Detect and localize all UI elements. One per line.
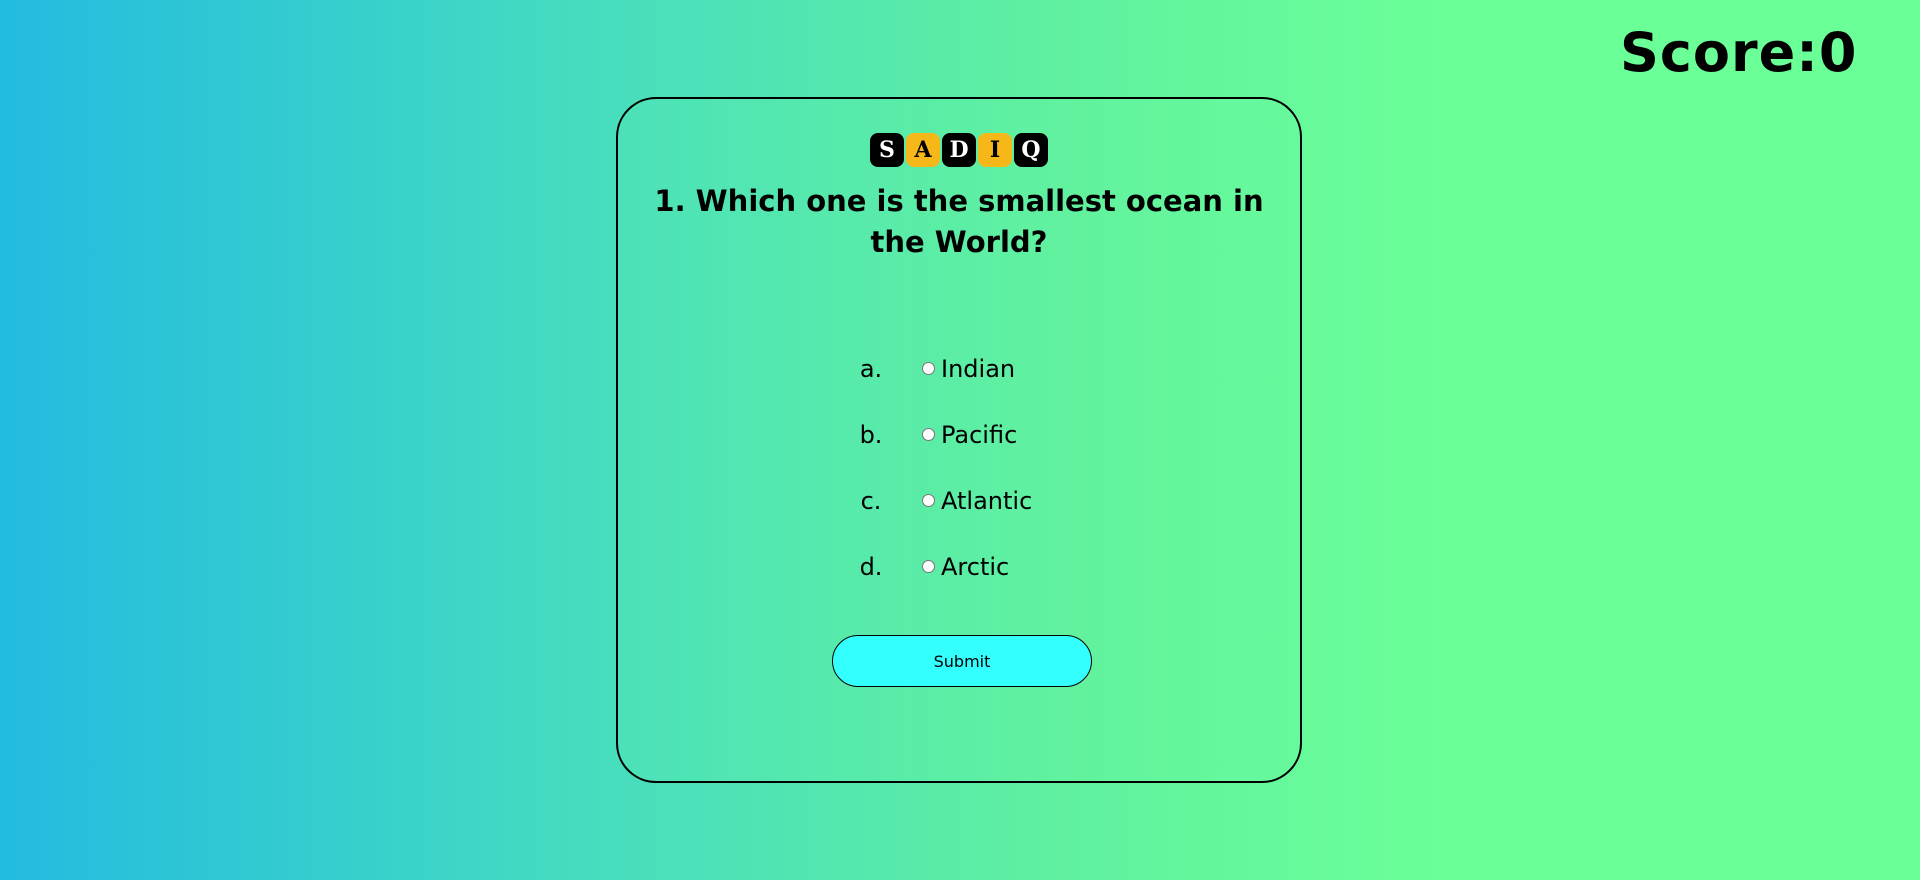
option-letter: a. [859, 355, 883, 383]
logo-tile-a: A [906, 133, 940, 167]
quiz-card: S A D I Q 1. Which one is the smallest o… [616, 97, 1302, 783]
radio-button[interactable] [922, 428, 935, 441]
logo-tile-q: Q [1014, 133, 1048, 167]
radio-button[interactable] [922, 494, 935, 507]
logo: S A D I Q [618, 133, 1300, 167]
option-label[interactable]: Pacific [941, 415, 1017, 455]
question-text: 1. Which one is the smallest ocean in th… [654, 184, 1264, 259]
option-letter: d. [859, 553, 883, 581]
option-label[interactable]: Arctic [941, 547, 1009, 587]
option-label[interactable]: Atlantic [941, 481, 1032, 521]
option-c[interactable]: c. Atlantic [618, 481, 1300, 521]
radio-button[interactable] [922, 560, 935, 573]
option-letter: b. [859, 421, 883, 449]
submit-button[interactable]: Submit [832, 635, 1092, 687]
logo-tile-i: I [978, 133, 1012, 167]
option-b[interactable]: b. Pacific [618, 415, 1300, 455]
radio-button[interactable] [922, 362, 935, 375]
logo-tile-d: D [942, 133, 976, 167]
option-letter: c. [860, 487, 882, 515]
option-d[interactable]: d. Arctic [618, 547, 1300, 587]
option-a[interactable]: a. Indian [618, 349, 1300, 389]
logo-tile-s: S [870, 133, 904, 167]
score-display: Score:0 [1620, 21, 1858, 84]
option-label[interactable]: Indian [941, 349, 1015, 389]
